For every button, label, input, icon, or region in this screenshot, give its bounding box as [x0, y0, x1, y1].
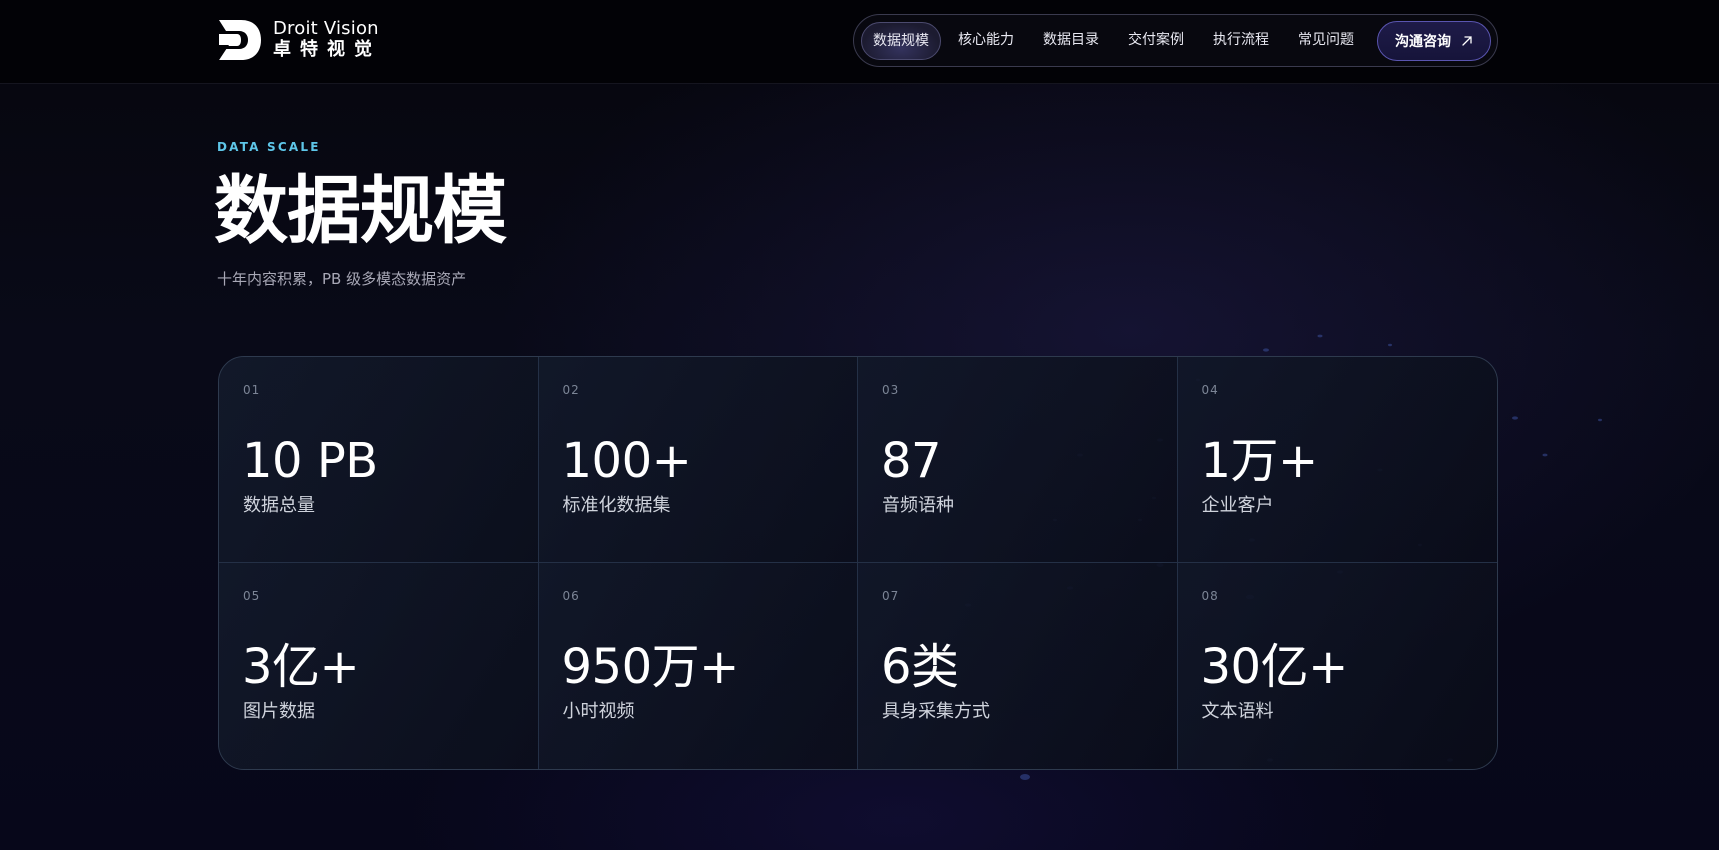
stat-card: 02 100+ 标准化数据集: [538, 357, 858, 563]
nav-item-core-capability[interactable]: 核心能力: [946, 22, 1026, 60]
stat-card: 03 87 音频语种: [858, 357, 1178, 563]
site-header: Droit Vision 卓特视觉 数据规模 核心能力 数据目录 交付案例 执行…: [0, 0, 1719, 84]
section-eyebrow: DATA SCALE: [217, 140, 321, 154]
stat-value: 6类: [881, 639, 959, 695]
stat-label: 小时视频: [562, 701, 635, 722]
stat-value: 87: [881, 433, 942, 489]
stat-value: 950万+: [561, 639, 740, 695]
stat-card: 04 1万+ 企业客户: [1177, 357, 1497, 563]
stat-index: 07: [882, 589, 900, 603]
stat-label: 图片数据: [243, 701, 315, 722]
stat-label: 数据总量: [243, 495, 315, 516]
brand-logo[interactable]: Droit Vision 卓特视觉: [217, 18, 381, 62]
stat-card: 07 6类 具身采集方式: [858, 563, 1178, 769]
brand-name-en: Droit Vision: [273, 18, 379, 39]
stat-label: 音频语种: [882, 495, 954, 516]
consult-button[interactable]: 沟通咨询: [1377, 21, 1491, 61]
stat-index: 05: [243, 589, 261, 603]
nav-item-process[interactable]: 执行流程: [1201, 22, 1281, 60]
stat-label: 标准化数据集: [562, 495, 671, 516]
nav-item-delivery-cases[interactable]: 交付案例: [1116, 22, 1196, 60]
page: Droit Vision 卓特视觉 数据规模 核心能力 数据目录 交付案例 执行…: [0, 0, 1719, 850]
main-nav: 数据规模 核心能力 数据目录 交付案例 执行流程 常见问题 沟通咨询: [853, 14, 1498, 67]
consult-button-label: 沟通咨询: [1395, 34, 1451, 50]
arrow-up-right-icon: [1462, 36, 1472, 46]
section-subtitle: 十年内容积累，PB 级多模态数据资产: [217, 270, 467, 288]
stat-index: 03: [882, 383, 900, 397]
brand-name-cn: 卓特视觉: [273, 39, 381, 60]
stat-index: 06: [562, 589, 580, 603]
stats-grid: 01 10 PB 数据总量 02 100+ 标准化数据集 03 87 音频语种 …: [218, 356, 1498, 770]
stat-index: 04: [1201, 383, 1219, 397]
stat-value: 3亿+: [242, 639, 360, 695]
stat-label: 具身采集方式: [882, 701, 990, 722]
droit-d-logo-icon: [219, 20, 261, 60]
stat-index: 08: [1201, 589, 1219, 603]
stat-label: 企业客户: [1201, 495, 1274, 516]
stat-value: 30亿+: [1200, 639, 1349, 695]
stat-index: 01: [243, 383, 261, 397]
page-title: 数据规模: [214, 168, 507, 254]
stat-card: 08 30亿+ 文本语料: [1177, 563, 1497, 769]
stat-card: 06 950万+ 小时视频: [538, 563, 858, 769]
stat-label: 文本语料: [1201, 701, 1274, 722]
stat-value: 100+: [561, 433, 692, 489]
nav-item-faq[interactable]: 常见问题: [1286, 22, 1366, 60]
stat-card: 05 3亿+ 图片数据: [219, 563, 539, 769]
stat-card: 01 10 PB 数据总量: [219, 357, 539, 563]
stat-index: 02: [562, 383, 580, 397]
stat-value: 1万+: [1200, 433, 1319, 489]
nav-item-data-catalog[interactable]: 数据目录: [1031, 22, 1111, 60]
nav-item-data-scale[interactable]: 数据规模: [861, 21, 941, 60]
stat-value: 10 PB: [242, 433, 378, 489]
